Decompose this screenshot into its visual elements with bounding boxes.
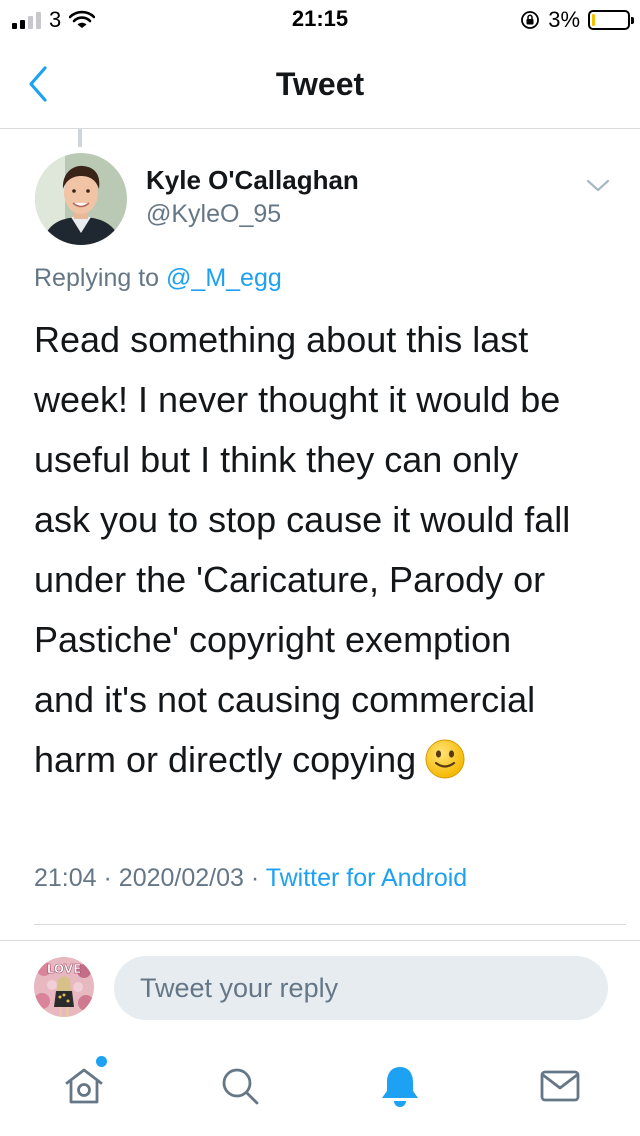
tweet-meta: 21:04 · 2020/02/03 · Twitter for Android bbox=[34, 864, 467, 893]
search-icon bbox=[222, 1068, 259, 1105]
mail-icon bbox=[540, 1070, 580, 1102]
replying-to-handle-link[interactable]: @_M_egg bbox=[166, 264, 282, 292]
tweet-line: under the 'Caricature, Parody or bbox=[34, 559, 546, 600]
meta-separator: · bbox=[103, 864, 112, 892]
tab-home[interactable] bbox=[58, 1056, 110, 1112]
tweet-line: harm or directly copying bbox=[34, 739, 417, 780]
divider bbox=[34, 924, 626, 925]
nav-bar: Tweet bbox=[0, 40, 640, 129]
chevron-down-icon bbox=[586, 179, 610, 192]
tweet-line: useful but I think they can only bbox=[34, 439, 519, 480]
replying-to-label: Replying to bbox=[34, 264, 160, 292]
author-handle[interactable]: @KyleO_95 bbox=[146, 200, 281, 229]
my-avatar-image: LOVE bbox=[34, 957, 94, 1017]
tweet-line: ask you to stop cause it would fall bbox=[34, 499, 571, 540]
tweet-line: week! I never thought it would be bbox=[34, 379, 561, 420]
home-icon bbox=[65, 1068, 103, 1104]
bell-icon bbox=[382, 1067, 418, 1107]
status-bar-right: 3% bbox=[520, 7, 634, 33]
thread-connector bbox=[78, 129, 82, 147]
reply-placeholder: Tweet your reply bbox=[140, 972, 339, 1003]
tab-search[interactable] bbox=[214, 1060, 266, 1112]
notification-dot bbox=[96, 1056, 107, 1067]
author-name[interactable]: Kyle O'Callaghan bbox=[146, 165, 359, 196]
status-bar: 3 21:15 3% bbox=[0, 0, 640, 40]
tab-messages[interactable] bbox=[534, 1060, 586, 1112]
tweet-line: Pastiche' copyright exemption bbox=[34, 619, 512, 660]
tweet-line-last: harm or directly copying bbox=[34, 730, 624, 790]
battery-level bbox=[592, 14, 595, 26]
tweet-time: 21:04 bbox=[34, 864, 97, 892]
author-avatar[interactable] bbox=[35, 153, 127, 245]
tweet-date: 2020/02/03 bbox=[118, 864, 244, 892]
battery-percent: 3% bbox=[548, 7, 580, 32]
reply-input[interactable]: Tweet your reply bbox=[114, 956, 608, 1020]
meta-separator: · bbox=[250, 864, 260, 892]
rotation-lock-icon bbox=[521, 11, 540, 29]
battery-icon bbox=[588, 10, 634, 30]
my-avatar[interactable]: LOVE bbox=[34, 957, 94, 1017]
tab-notifications[interactable] bbox=[374, 1060, 426, 1112]
tweet-source-link[interactable]: Twitter for Android bbox=[266, 864, 467, 892]
page-title: Tweet bbox=[275, 66, 365, 102]
divider bbox=[0, 940, 640, 941]
smiling-face-emoji-icon bbox=[425, 739, 465, 779]
tweet-line: Read something about this last bbox=[34, 319, 529, 360]
tab-bar bbox=[0, 1040, 640, 1136]
tweet-text: Read something about this last week! I n… bbox=[34, 310, 624, 790]
replying-to: Replying to @_M_egg bbox=[34, 264, 282, 293]
avatar-image bbox=[35, 153, 127, 245]
svg-text:LOVE: LOVE bbox=[47, 962, 82, 976]
tweet-options-button[interactable] bbox=[582, 172, 614, 200]
tweet-line: and it's not causing commercial bbox=[34, 679, 536, 720]
